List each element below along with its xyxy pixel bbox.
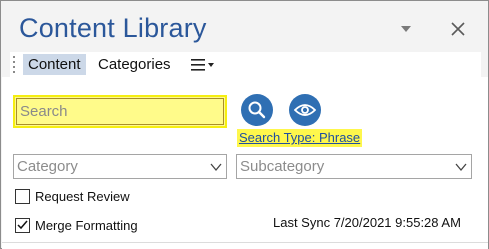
merge-formatting-checkbox[interactable] xyxy=(15,217,30,233)
eye-icon xyxy=(294,104,316,116)
close-icon[interactable] xyxy=(448,19,468,39)
divider xyxy=(2,242,488,243)
merge-formatting-option: Merge Formatting xyxy=(15,217,138,233)
caret-down-icon[interactable] xyxy=(399,23,413,35)
search-highlight xyxy=(13,95,227,128)
chevron-down-icon xyxy=(210,163,222,172)
tab-categories[interactable]: Categories xyxy=(93,54,176,75)
request-review-option: Request Review xyxy=(15,188,130,204)
checkmark-icon xyxy=(17,220,28,230)
pane-title: Content Library xyxy=(19,13,207,43)
subcategory-select[interactable]: Subcategory xyxy=(236,154,472,179)
grip-handle-icon[interactable] xyxy=(13,56,16,73)
chevron-down-icon xyxy=(455,163,467,172)
search-type-link[interactable]: Search Type: Phrase xyxy=(237,129,363,147)
category-select[interactable]: Category xyxy=(13,154,227,179)
magnifier-icon xyxy=(248,101,266,119)
category-placeholder: Category xyxy=(17,158,78,175)
merge-formatting-label: Merge Formatting xyxy=(35,217,138,233)
search-button[interactable] xyxy=(241,94,273,126)
tab-bar: Content Categories xyxy=(10,52,481,77)
request-review-checkbox[interactable] xyxy=(15,188,30,204)
preview-button[interactable] xyxy=(289,94,321,126)
tab-content[interactable]: Content xyxy=(23,54,86,75)
request-review-label: Request Review xyxy=(35,188,130,204)
subcategory-placeholder: Subcategory xyxy=(240,158,325,175)
search-input[interactable] xyxy=(16,98,224,125)
last-sync-status: Last Sync 7/20/2021 9:55:28 AM xyxy=(273,215,461,230)
hamburger-menu-icon[interactable] xyxy=(191,56,221,73)
content-library-pane: Content Library Content Categories Searc… xyxy=(0,0,489,249)
